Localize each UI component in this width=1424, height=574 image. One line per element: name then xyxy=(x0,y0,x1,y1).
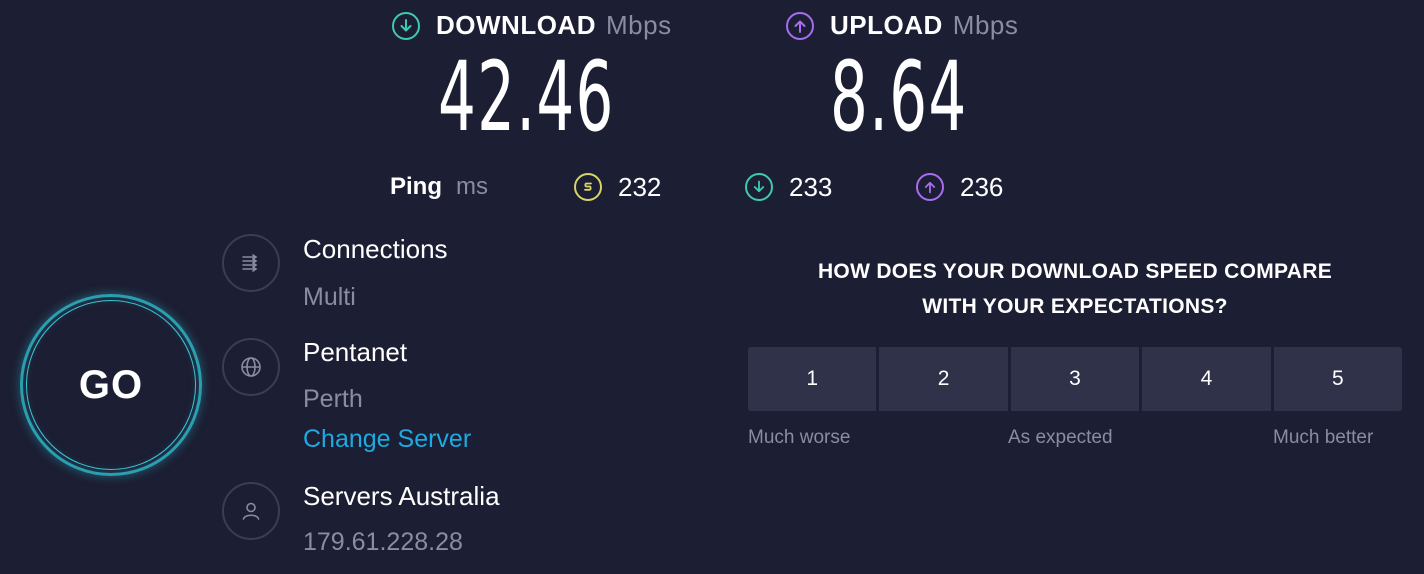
rating-button-1[interactable]: 1 xyxy=(748,347,877,411)
change-server-link[interactable]: Change Server xyxy=(303,425,471,454)
upload-speed-value: 8.64 xyxy=(830,41,968,153)
ping-upload: 236 xyxy=(916,168,1003,206)
ping-label: Ping xyxy=(390,173,442,200)
survey-question-line1: HOW DOES YOUR DOWNLOAD SPEED COMPARE xyxy=(817,260,1333,283)
ping-upload-value: 236 xyxy=(960,171,1004,202)
connections-icon[interactable] xyxy=(222,234,280,292)
arrow-down-circle-icon xyxy=(745,173,773,201)
server-ip: 179.61.228.28 xyxy=(303,528,463,556)
download-header: DOWNLOAD Mbps xyxy=(392,10,672,41)
arrow-up-circle-icon xyxy=(916,173,944,201)
download-unit: Mbps xyxy=(605,10,672,40)
arrow-up-circle-icon xyxy=(786,11,814,40)
upload-unit: Mbps xyxy=(952,10,1019,40)
isp-name: Pentanet xyxy=(303,337,408,367)
speedtest-results-page: DOWNLOAD Mbps 42.46 UPLOAD Mbps 8.64 Pin… xyxy=(0,0,1424,574)
ping-idle-value: 232 xyxy=(618,171,662,202)
ping-idle: 232 xyxy=(574,168,661,206)
ping-idle-icon xyxy=(574,173,602,201)
server-name: Servers Australia xyxy=(303,481,500,511)
download-speed-value: 42.46 xyxy=(438,41,615,153)
upload-label: UPLOAD xyxy=(830,10,943,40)
go-button-inner-ring: GO xyxy=(26,300,196,470)
scale-label-low: Much worse xyxy=(748,427,851,448)
connections-title: Connections xyxy=(303,234,448,264)
go-button[interactable]: GO xyxy=(20,294,202,476)
survey-question-line2: WITH YOUR EXPECTATIONS? xyxy=(922,295,1228,318)
go-button-label: GO xyxy=(78,362,144,407)
rating-button-4[interactable]: 4 xyxy=(1142,347,1271,411)
isp-location: Perth xyxy=(303,385,363,413)
ping-download: 233 xyxy=(745,168,832,206)
ping-unit: ms xyxy=(456,173,488,200)
survey-question: HOW DOES YOUR DOWNLOAD SPEED COMPARE WIT… xyxy=(748,254,1402,324)
scale-label-high: Much better xyxy=(1273,427,1374,448)
download-label: DOWNLOAD xyxy=(436,10,596,40)
rating-button-3[interactable]: 3 xyxy=(1010,347,1140,411)
arrow-down-circle-icon xyxy=(392,11,420,40)
rating-scale: 1 2 3 4 5 xyxy=(748,347,1403,411)
upload-header: UPLOAD Mbps xyxy=(786,10,1018,41)
ping-row: Ping ms 232 233 236 xyxy=(390,168,1003,206)
rating-button-5[interactable]: 5 xyxy=(1273,347,1403,411)
user-icon xyxy=(222,482,280,540)
scale-label-mid: As expected xyxy=(1008,427,1113,448)
ping-download-value: 233 xyxy=(789,171,833,202)
rating-button-2[interactable]: 2 xyxy=(879,347,1008,411)
globe-icon xyxy=(222,338,280,396)
connections-value[interactable]: Multi xyxy=(303,283,356,312)
